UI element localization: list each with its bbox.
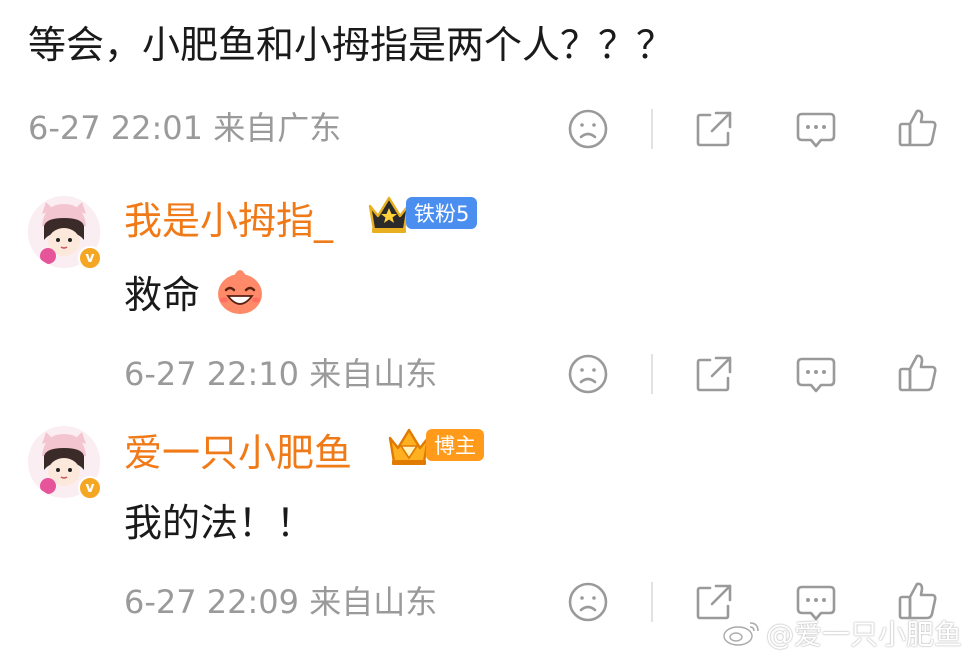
thumbs-up-icon[interactable] bbox=[896, 106, 940, 150]
laughing-emoji-icon bbox=[218, 270, 262, 314]
weibo-logo-icon bbox=[723, 622, 759, 646]
thumbs-up-icon[interactable] bbox=[896, 351, 940, 395]
watermark: @爱一只小肥鱼 bbox=[722, 613, 962, 653]
reply-username[interactable]: 我是小拇指_ bbox=[124, 202, 333, 240]
divider bbox=[651, 354, 653, 394]
divider bbox=[651, 582, 653, 622]
verified-badge: v bbox=[78, 476, 102, 500]
reply-text: 救命 bbox=[124, 273, 201, 317]
comment-text: 等会，小肥鱼和小拇指是两个人？？？ bbox=[28, 23, 675, 67]
divider bbox=[651, 109, 653, 149]
comment-meta: 6-27 22:01 来自广东 bbox=[28, 109, 342, 147]
sad-face-icon[interactable] bbox=[566, 580, 610, 624]
reply-text: 我的法！！ bbox=[124, 501, 315, 545]
sad-face-icon[interactable] bbox=[566, 107, 610, 151]
fan-level-tag: 铁粉5 bbox=[406, 197, 478, 229]
fan-level-badge: 铁粉5 bbox=[364, 196, 478, 233]
verified-badge: v bbox=[78, 246, 102, 270]
watermark-text: @爱一只小肥鱼 bbox=[765, 618, 962, 651]
comment-icon[interactable] bbox=[794, 353, 838, 397]
comment-icon[interactable] bbox=[794, 108, 838, 152]
reply-meta: 6-27 22:10 来自山东 bbox=[124, 355, 438, 393]
owner-badge: 博主 bbox=[384, 428, 484, 465]
share-icon[interactable] bbox=[692, 107, 736, 151]
sad-face-icon[interactable] bbox=[566, 352, 610, 396]
reply-username[interactable]: 爱一只小肥鱼 bbox=[124, 434, 352, 472]
owner-tag: 博主 bbox=[426, 429, 484, 461]
reply-meta: 6-27 22:09 来自山东 bbox=[124, 583, 438, 621]
share-icon[interactable] bbox=[692, 352, 736, 396]
